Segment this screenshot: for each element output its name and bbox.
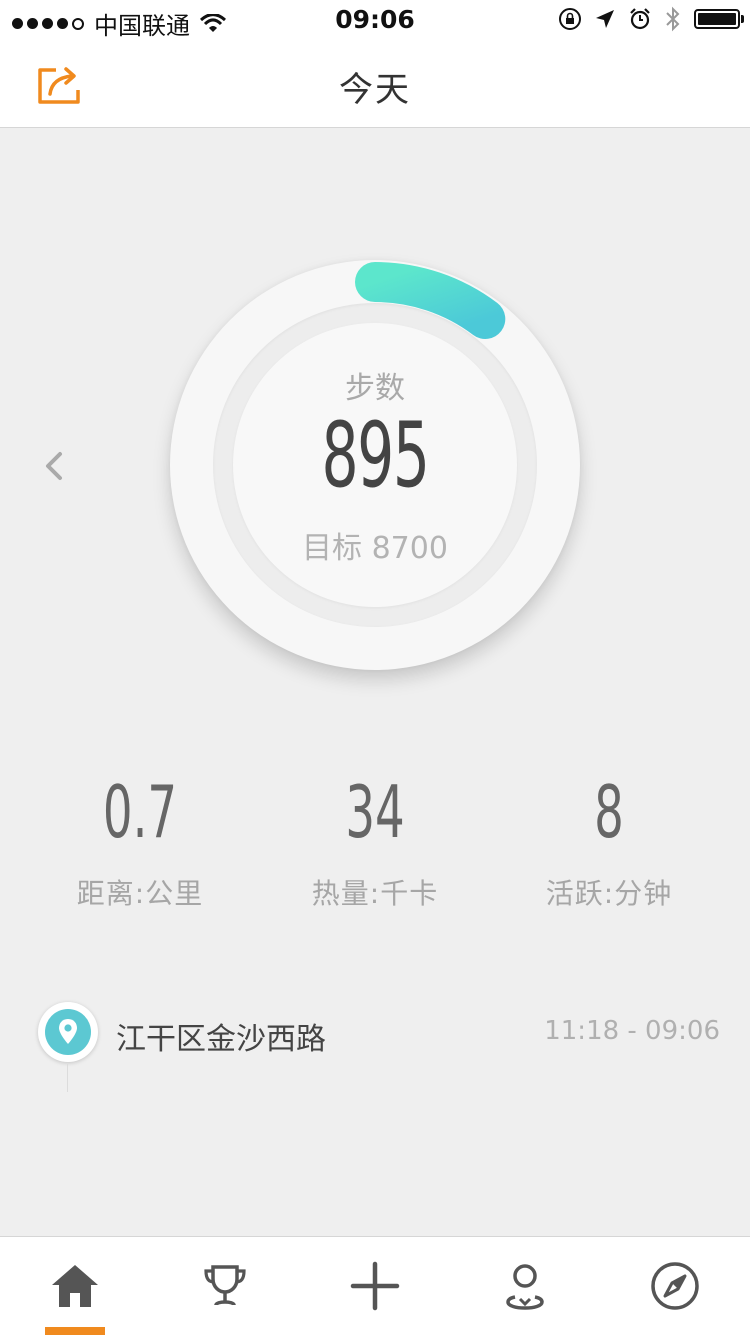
stat-active: 8 活跃:分钟 xyxy=(484,772,734,912)
location-name: 江干区金沙西路 xyxy=(116,1022,326,1057)
timeline-line xyxy=(67,1064,68,1092)
stat-calories: 34 热量:千卡 xyxy=(250,772,500,912)
nav-bar: 今天 xyxy=(0,40,750,128)
status-bar: 中国联通 09:06 xyxy=(0,0,750,40)
location-arrow-icon xyxy=(596,10,614,28)
rotation-lock-icon xyxy=(559,8,581,30)
plus-icon xyxy=(350,1261,400,1311)
step-progress-ring: 步数 895 目标 8700 xyxy=(165,255,585,675)
stat-calories-label: 热量:千卡 xyxy=(311,877,439,910)
profile-icon xyxy=(506,1264,544,1310)
stat-calories-value: 34 xyxy=(345,770,405,854)
compass-icon xyxy=(651,1262,699,1310)
location-pin-icon xyxy=(38,1002,98,1062)
location-time-range: 11:18 - 09:06 xyxy=(544,1016,720,1046)
tab-profile[interactable] xyxy=(450,1237,600,1335)
battery-icon xyxy=(694,9,744,29)
previous-day-arrow-icon[interactable] xyxy=(40,448,70,484)
stat-distance: 0.7 距离:公里 xyxy=(15,772,265,912)
stat-active-value: 8 xyxy=(594,770,624,854)
status-right xyxy=(558,6,744,32)
tab-bar xyxy=(0,1236,750,1335)
steps-label: 步数 xyxy=(345,371,405,406)
steps-count: 895 xyxy=(321,403,430,508)
home-icon xyxy=(52,1265,98,1307)
page-title: 今天 xyxy=(339,70,411,110)
stat-distance-label: 距离:公里 xyxy=(76,877,204,910)
alarm-icon xyxy=(630,8,650,30)
tab-achievements[interactable] xyxy=(150,1237,300,1335)
bluetooth-icon xyxy=(666,6,680,32)
tab-add[interactable] xyxy=(300,1237,450,1335)
tab-discover[interactable] xyxy=(600,1237,750,1335)
stat-active-label: 活跃:分钟 xyxy=(545,877,673,910)
tab-home[interactable] xyxy=(0,1237,150,1335)
location-item[interactable]: 江干区金沙西路 11:18 - 09:06 xyxy=(0,1000,750,1092)
trophy-icon xyxy=(204,1265,246,1306)
steps-goal: 目标 8700 xyxy=(302,531,448,566)
stat-distance-value: 0.7 xyxy=(102,770,178,854)
